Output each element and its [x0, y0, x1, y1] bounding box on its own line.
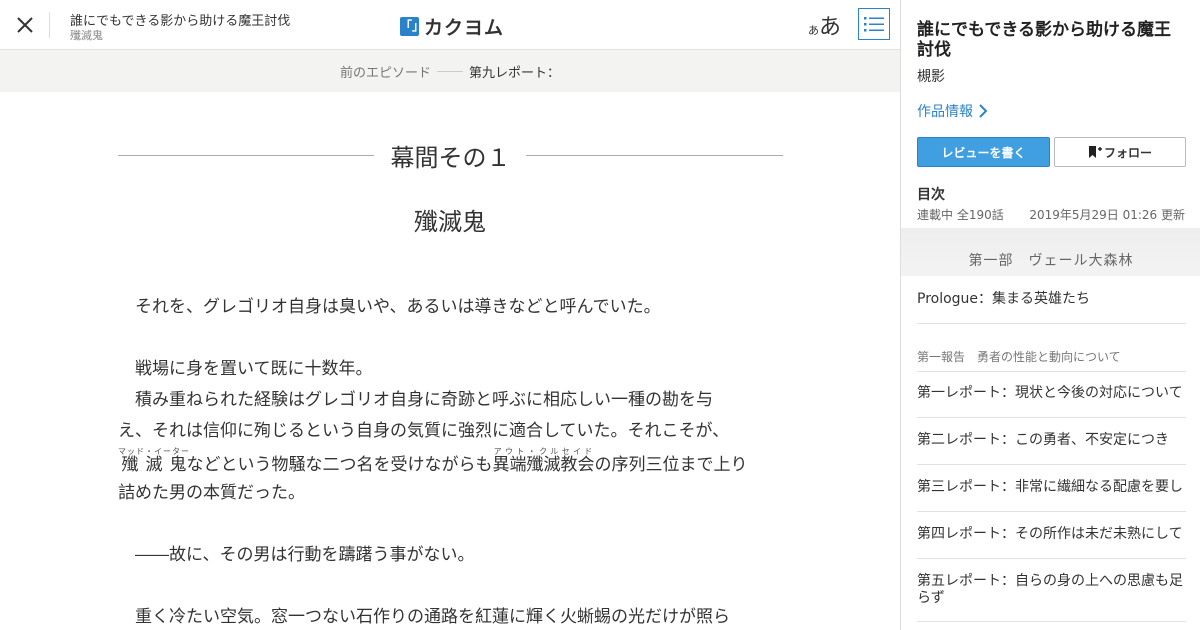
toc-item[interactable]: 第一レポート：現状と今後の対応について — [917, 385, 1186, 418]
follow-label: フォロー — [1103, 145, 1152, 160]
list-icon — [864, 17, 884, 32]
reader-header: 誰にでもできる影から助ける魔王討伐 殲滅鬼 「」 カクヨム ああ — [0, 0, 900, 50]
current-episode-label[interactable]: 第九レポート： — [469, 62, 560, 81]
paragraph-line: 殲滅鬼マッド・イーターなどという物騒な二つ名を受けながらも異端殲滅教会アウト・ク… — [118, 447, 783, 478]
chapter-title: 幕間その１ — [376, 144, 525, 172]
chapter-heading: 幕間その１ — [118, 140, 783, 172]
paragraph-line: ――故に、その男は行動を躊躇う事がない。 — [118, 545, 475, 565]
prev-episode-link[interactable]: 前のエピソード — [340, 62, 431, 81]
ruby-text: 異端殲滅教会アウト・クルセイド — [492, 447, 595, 475]
episode-nav: 前のエピソード 第九レポート： — [0, 50, 900, 92]
toc-status: 連載中 全190話 — [917, 208, 1004, 222]
chevron-right-icon — [979, 104, 987, 118]
nav-separator — [437, 70, 463, 72]
toc-updated: 2019年5月29日 01:26 更新 — [1029, 208, 1185, 222]
follow-button[interactable]: フォロー — [1054, 137, 1186, 167]
toc-section-title: 第一報告 勇者の性能と動向について — [917, 348, 1186, 372]
kakuyomu-logo[interactable]: 「」 カクヨム — [400, 13, 504, 40]
paragraph-line: え、それは信仰に殉じるという自身の気質に強烈に適合していた。それこそが、 — [118, 421, 730, 441]
paragraph-segment: の序列三位まで上り — [594, 455, 748, 475]
toc-toggle-button[interactable] — [858, 8, 890, 40]
header-divider — [49, 12, 50, 38]
ruby-text: 殲滅鬼マッド・イーター — [118, 447, 190, 475]
toc-item-prologue[interactable]: Prologue：集まる英雄たち — [917, 291, 1186, 324]
episode-subtitle: 殲滅鬼 — [70, 29, 103, 42]
logo-mark: 「」 — [400, 17, 424, 36]
font-size-button[interactable]: ああ — [808, 9, 841, 41]
toc-part-title: 第一部 ヴェール大森林 — [901, 228, 1200, 276]
bookmark-plus-icon — [1088, 146, 1102, 158]
write-review-button[interactable]: レビューを書く — [917, 137, 1050, 167]
ruby-reading: マッド・イーター — [118, 447, 190, 456]
work-title[interactable]: 誰にでもできる影から助ける魔王討伐 — [70, 10, 290, 29]
toc-item[interactable]: 第五レポート：自らの身の上への思慮も足らず — [917, 573, 1186, 622]
paragraph-line: それを、グレゴリオ自身は臭いや、あるいは導きなどと呼んでいた。 — [118, 297, 661, 317]
toc-item[interactable]: 第四レポート：その所作は未だ未熟にして — [917, 526, 1186, 559]
paragraph-segment: などという物騒な二つ名を受けながらも — [186, 455, 493, 475]
font-big-glyph: あ — [819, 15, 842, 40]
ruby-base: 殲滅鬼 — [118, 455, 190, 475]
toc-item[interactable]: 第二レポート：この勇者、不安定につき — [917, 432, 1186, 465]
reading-area: 幕間その１ 殲滅鬼 それを、グレゴリオ自身は臭いや、あるいは導きなどと呼んでいた… — [0, 92, 900, 630]
toc-item[interactable]: 第三レポート：非常に繊細なる配慮を要し — [917, 479, 1186, 512]
episode-title: 殲滅鬼 — [414, 208, 486, 236]
toc-side-panel: 誰にでもできる影から助ける魔王討伐 槻影 作品情報 レビューを書く フォロー 目… — [900, 0, 1200, 630]
ruby-reading: アウト・クルセイド — [492, 447, 595, 456]
toc-heading: 目次 — [917, 187, 945, 203]
close-icon[interactable] — [13, 13, 37, 37]
work-info-label: 作品情報 — [917, 104, 973, 120]
logo-text: カクヨム — [424, 17, 505, 39]
paragraph-line: 戦場に身を置いて既に十数年。 — [118, 359, 373, 379]
font-small-glyph: あ — [808, 24, 819, 37]
episode-body: それを、グレゴリオ自身は臭いや、あるいは導きなどと呼んでいた。 戦場に身を置いて… — [118, 292, 783, 630]
paragraph-line: 重く冷たい空気。窓一つない石作りの通路を紅蓮に輝く火蜥蜴の光だけが照ら — [118, 607, 730, 627]
side-work-title[interactable]: 誰にでもできる影から助ける魔王討伐 — [917, 20, 1187, 60]
side-author[interactable]: 槻影 — [917, 66, 945, 86]
paragraph-line: 詰めた男の本質だった。 — [118, 483, 305, 503]
paragraph-line: 積み重ねられた経験はグレゴリオ自身に奇跡と呼ぶに相応しい一種の勘を与 — [118, 390, 713, 410]
work-info-link[interactable]: 作品情報 — [917, 101, 987, 121]
ruby-base: 異端殲滅教会 — [492, 455, 595, 475]
